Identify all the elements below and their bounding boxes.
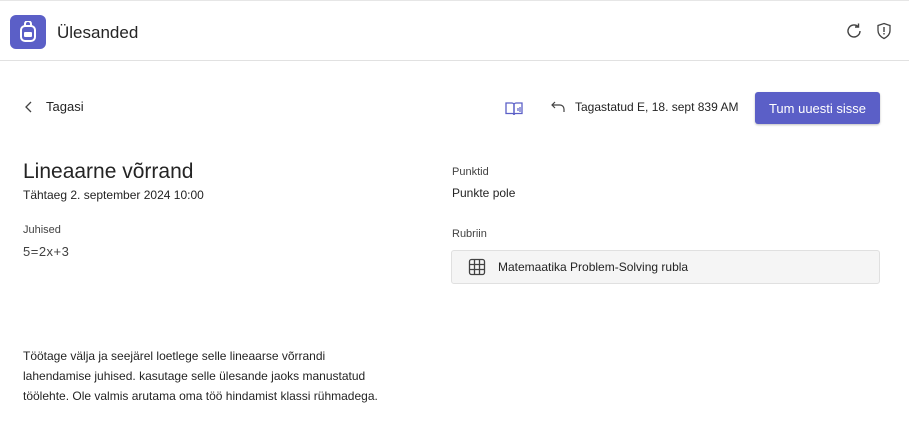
points-value: Punkte pole xyxy=(452,186,516,200)
returned-status: Tagastatud E, 18. sept 839 AM xyxy=(550,100,738,114)
grid-icon xyxy=(468,258,486,276)
instructions-equation: 5=2x+3 xyxy=(23,244,70,259)
turn-in-again-button[interactable]: Tum uuesti sisse xyxy=(755,92,880,124)
back-label: Tagasi xyxy=(46,99,84,114)
instructions-label: Juhised xyxy=(23,224,61,236)
chevron-left-icon xyxy=(25,101,32,112)
returned-text: Tagastatud E, 18. sept 839 AM xyxy=(575,100,739,114)
return-arrow-icon xyxy=(551,101,565,112)
assignment-description: Töötage välja ja seejärel loetlege selle… xyxy=(23,346,383,406)
description-line: Töötage välja ja seejärel loetlege selle… xyxy=(23,349,326,363)
back-button[interactable]: Tagasi xyxy=(24,99,84,114)
rubric-card[interactable]: Matemaatika Problem-Solving rubla xyxy=(451,250,880,284)
description-line: lahendamise juhised. kasutage selle üles… xyxy=(23,369,366,383)
backpack-icon xyxy=(10,15,46,49)
assignment-title: Lineaarne võrrand xyxy=(23,160,194,183)
rubric-name: Matemaatika Problem-Solving rubla xyxy=(498,260,689,274)
app-header: Ülesanded xyxy=(0,1,909,61)
shield-icon[interactable] xyxy=(874,21,894,41)
due-date: Tähtaeg 2. september 2024 10:00 xyxy=(23,188,204,202)
app-title: Ülesanded xyxy=(57,23,139,42)
points-label: Punktid xyxy=(452,166,489,178)
rubric-label: Rubriin xyxy=(452,228,487,240)
description-line: töölehte. Ole valmis arutama oma töö hin… xyxy=(23,389,378,403)
immersive-reader-icon[interactable] xyxy=(504,100,524,118)
refresh-icon[interactable] xyxy=(844,21,864,41)
